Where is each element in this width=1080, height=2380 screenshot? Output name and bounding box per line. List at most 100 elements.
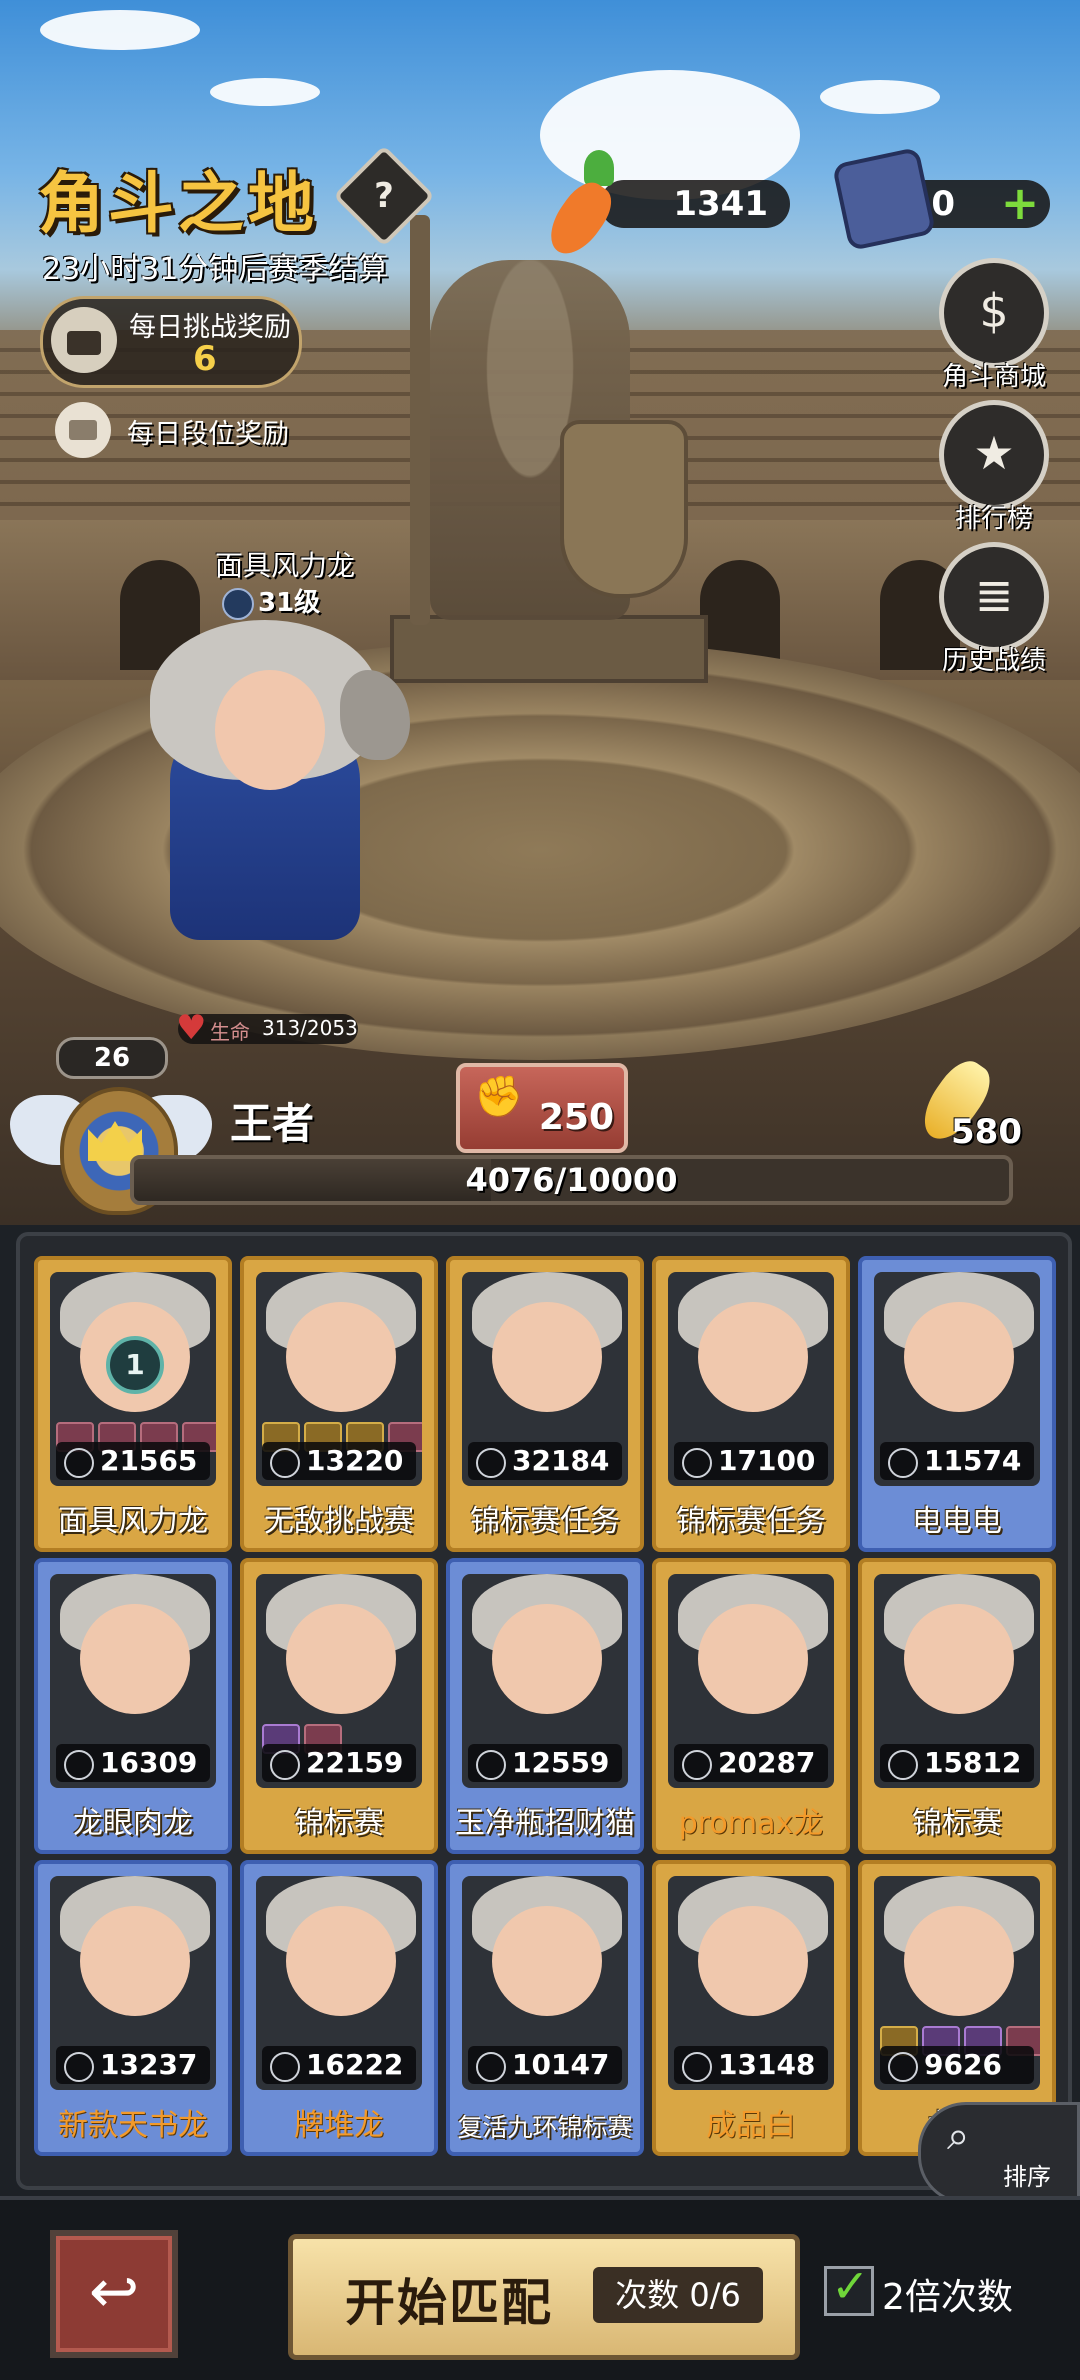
rank-progress-text: 4076/10000: [465, 1161, 678, 1199]
opponent-card[interactable]: 11574 电电电: [858, 1256, 1056, 1552]
back-arrow-icon: ↩: [88, 2257, 140, 2327]
portrait-face: [80, 1906, 190, 2016]
trophy-icon: ★: [939, 400, 1049, 510]
power-badge: 11574: [880, 1442, 1034, 1480]
question-icon: ?: [374, 176, 394, 216]
opponent-card[interactable]: 13237 新款天书龙: [34, 1860, 232, 2156]
power-badge: 12559: [468, 1744, 622, 1782]
opponent-portrait: 13237: [50, 1876, 216, 2090]
opponent-card[interactable]: 13220 无敌挑战赛: [240, 1256, 438, 1552]
add-gem-button[interactable]: +: [1000, 180, 1040, 226]
power-badge: 16222: [262, 2046, 416, 2084]
opponent-card[interactable]: 15812 锦标赛: [858, 1558, 1056, 1854]
opponent-character[interactable]: [110, 610, 410, 960]
money-bag-icon: $: [939, 258, 1049, 368]
power-badge: 16309: [56, 1744, 210, 1782]
cloud: [210, 78, 320, 106]
opponent-card-name: 锦标赛任务: [470, 1504, 620, 1539]
opponent-card-name: 锦标赛: [912, 1806, 1002, 1841]
power-icon: [888, 1448, 918, 1478]
portrait-face: [492, 1604, 602, 1714]
hp-value: 313/2053: [262, 1016, 358, 1040]
opponent-card[interactable]: 32184 锦标赛任务: [446, 1256, 644, 1552]
arena-shop-button[interactable]: $ 角斗商城: [938, 258, 1050, 393]
opponent-card-name: 无敌挑战赛: [264, 1504, 414, 1539]
opponent-portrait: 11574: [874, 1272, 1040, 1486]
leaderboard-button[interactable]: ★ 排行榜: [938, 400, 1050, 535]
back-button[interactable]: ↩: [50, 2230, 178, 2358]
power-icon: [476, 1750, 506, 1780]
dragon-pet: [340, 670, 410, 760]
power-value: 21565: [100, 1444, 198, 1477]
opponent-portrait: 22159: [256, 1574, 422, 1788]
battle-history-button[interactable]: ≣ 历史战绩: [938, 542, 1050, 677]
power-badge: 32184: [468, 1442, 622, 1480]
cloud: [820, 80, 940, 114]
opponent-card-name: 锦标赛: [294, 1806, 384, 1841]
treasure-chest-icon: [51, 307, 117, 373]
opponent-card[interactable]: 22159 锦标赛: [240, 1558, 438, 1854]
opponent-portrait: 1 21565: [50, 1272, 216, 1486]
opponent-card[interactable]: 13148 成品白: [652, 1860, 850, 2156]
power-badge: 21565: [56, 1442, 210, 1480]
daily-rank-reward-label: 每日段位奖励: [127, 419, 289, 450]
opponent-portrait: 16222: [256, 1876, 422, 2090]
power-badge: 22159: [262, 1744, 416, 1782]
opponent-card[interactable]: 17100 锦标赛任务: [652, 1256, 850, 1552]
gem-amount: 0: [931, 184, 955, 224]
opponent-hp: ♥ 生命 313/2053: [176, 1008, 358, 1048]
rank-tier: 王者: [230, 1099, 315, 1148]
leaderboard-label: 排行榜: [954, 504, 1033, 534]
sort-button[interactable]: ⌕ 排序: [918, 2102, 1080, 2204]
arena-shop-label: 角斗商城: [941, 362, 1046, 392]
power-value: 16309: [100, 1746, 198, 1779]
portrait-face: [492, 1302, 602, 1412]
power-badge: 17100: [674, 1442, 828, 1480]
opponent-list-panel[interactable]: 1 21565 面具风力龙 13220 无敌挑战赛 32184 锦标赛任务 17100 锦标赛任…: [16, 1232, 1072, 2190]
opponent-card[interactable]: 10147 复活九环锦标赛: [446, 1860, 644, 2156]
fist-token-counter[interactable]: ✊ 250: [456, 1063, 628, 1153]
opponent-card[interactable]: 1 21565 面具风力龙: [34, 1256, 232, 1552]
opponent-card-name: 牌堆龙: [294, 2108, 384, 2143]
opponent-portrait: 15812: [874, 1574, 1040, 1788]
power-value: 12559: [512, 1746, 610, 1779]
power-badge: 13237: [56, 2046, 210, 2084]
power-icon: [64, 1448, 94, 1478]
start-match-button[interactable]: 开始匹配 次数 0/6: [288, 2234, 800, 2360]
checkbox[interactable]: ✓: [824, 2259, 874, 2316]
power-value: 22159: [306, 1746, 404, 1779]
power-value: 16222: [306, 2048, 404, 2081]
power-value: 13220: [306, 1444, 404, 1477]
scroll-icon: ≣: [939, 542, 1049, 652]
opponent-card-name: 成品白: [706, 2108, 796, 2143]
power-icon: [64, 2052, 94, 2082]
power-icon: [682, 2052, 712, 2082]
sort-label: 排序: [1003, 2163, 1051, 2191]
power-badge: 9626: [880, 2046, 1034, 2084]
hp-label: 生命: [210, 1020, 250, 1044]
opponent-portrait: 32184: [462, 1272, 628, 1486]
portrait-face: [904, 1604, 1014, 1714]
portrait-face: [80, 1604, 190, 1714]
golden-carrot-reward[interactable]: 580: [912, 1040, 1022, 1152]
portrait-face: [286, 1302, 396, 1412]
opponent-portrait: 12559: [462, 1574, 628, 1788]
bottom-bar: ↩ 开始匹配 次数 0/6 ✓ 2倍次数: [0, 2196, 1080, 2380]
portrait-face: [492, 1906, 602, 2016]
opponent-card-name: 锦标赛任务: [676, 1504, 826, 1539]
portrait-face: [698, 1302, 808, 1412]
opponent-portrait: 10147: [462, 1876, 628, 2090]
opponent-card[interactable]: 16309 龙眼肉龙: [34, 1558, 232, 1854]
opponent-portrait: 13220: [256, 1272, 422, 1486]
opponent-card[interactable]: 20287 promax龙: [652, 1558, 850, 1854]
opponent-card[interactable]: 16222 牌堆龙: [240, 1860, 438, 2156]
match-count: 次数 0/6: [593, 2267, 763, 2323]
power-badge: 15812: [880, 1744, 1034, 1782]
opponent-portrait: 16309: [50, 1574, 216, 1788]
season-countdown: 23小时31分钟后赛季结算: [42, 252, 389, 287]
power-value: 32184: [512, 1444, 610, 1477]
opponent-card[interactable]: 12559 玉净瓶招财猫: [446, 1558, 644, 1854]
opponent-card-name: 面具风力龙: [58, 1504, 208, 1539]
daily-challenge-reward-button[interactable]: 每日挑战奖励 6: [40, 296, 302, 388]
opponent-portrait: 13148: [668, 1876, 834, 2090]
